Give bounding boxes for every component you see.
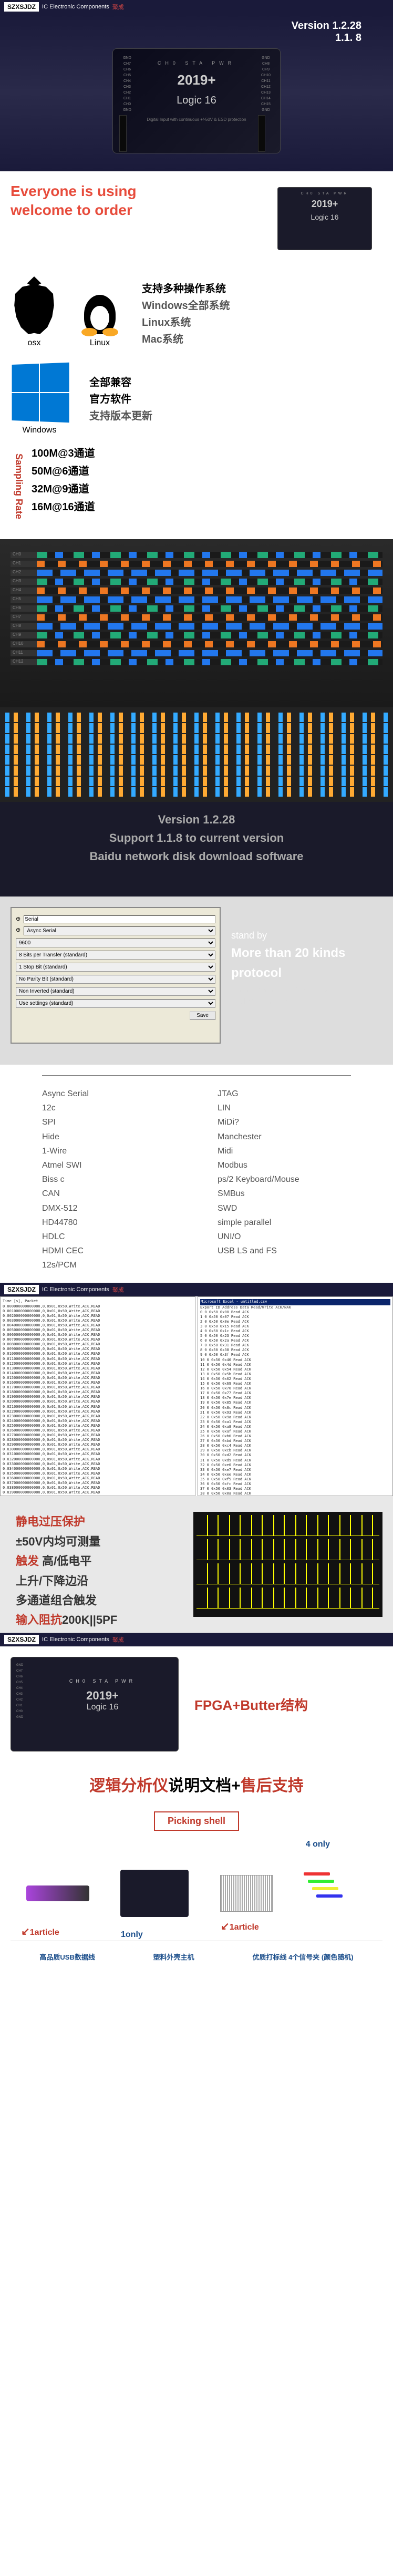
protocol-item: simple parallel: [218, 1215, 351, 1230]
windows-icon: [12, 363, 69, 423]
download-section: Version 1.2.28 Support 1.1.8 to current …: [0, 707, 393, 897]
pin-labels-left: GNDCH7CH6CH5CH4CH3CH2CH1CH0GND: [119, 55, 135, 147]
protocol-item: Atmel SWI: [42, 1158, 175, 1172]
package-footer: 高品质USB数据线 塑料外壳主机 优质打标线 4个信号夹 (颜色随机): [11, 1941, 382, 1962]
version-block: Version 1.2.28 1.1. 8: [11, 20, 361, 44]
data-export-2: Microsoft Excel - untitled.csv Export ID…: [198, 1296, 393, 1496]
fpga-section: GNDCH7CH6CH5CH4CH3CH2CH1CH0GND CH0 STA P…: [0, 1646, 393, 1762]
protocol-text: stand by More than 20 kinds protocol Onl…: [231, 907, 382, 1054]
mini-device: CH0 STA PWR 2019+ Logic 16: [277, 187, 372, 250]
version-1: Version 1.2.28: [11, 20, 361, 32]
protocol-item: UNI/O: [218, 1230, 351, 1244]
device-render: GNDCH7CH6CH5CH4CH3CH2CH1CH0GND CH0 STA P…: [112, 48, 281, 153]
waveform-screenshot-2: [0, 707, 393, 802]
scope-screenshot: [193, 1512, 382, 1617]
protocol-list-section: Async Serial12cSPIHide1-WireAtmel SWIBis…: [0, 1065, 393, 1283]
protocol-item: SWD: [218, 1201, 351, 1215]
proto-input-1[interactable]: [24, 915, 215, 923]
qty-1b: 1only: [121, 1930, 143, 1940]
protocol-col-2: JTAGLINMiDi?ManchesterMidiModbusps/2 Key…: [218, 1087, 351, 1272]
dl-support: Support 1.1.8 to current version: [0, 829, 393, 847]
sampling-label: Sampling Rate: [0, 434, 26, 539]
qty-1a: 1article: [30, 1928, 59, 1937]
fpga-text: FPGA+Butter结构: [194, 1695, 308, 1714]
picking-badge: Picking shell: [154, 1811, 239, 1831]
protocol-col-1: Async Serial12cSPIHide1-WireAtmel SWIBis…: [42, 1087, 175, 1272]
bitrate-select[interactable]: 9600: [16, 939, 215, 947]
protocol-item: Modbus: [218, 1158, 351, 1172]
device-model: Logic 16: [135, 95, 258, 107]
dl-version: Version 1.2.28: [0, 810, 393, 829]
waveform-screenshot-1: CH0 CH1 CH2 CH3 CH4 CH5 CH6 CH7 CH8 CH9 …: [0, 539, 393, 707]
device-top-labels: CH0 STA PWR: [135, 60, 258, 66]
data-export-1: Time [s], Packet 0.000000000000000,0,0x0…: [0, 1296, 195, 1496]
protocol-item: Hide: [42, 1130, 175, 1144]
protocol-item: USB LS and FS: [218, 1244, 351, 1258]
protocol-item: HDLC: [42, 1230, 175, 1244]
protocol-item: HDMI CEC: [42, 1244, 175, 1258]
pin-labels-right: GNDCH8CH9CH10CH11CH12CH13CH14CH15GND: [258, 55, 274, 147]
protocol-item: 1-Wire: [42, 1144, 175, 1158]
stop-select[interactable]: 1 Stop Bit (standard): [16, 963, 215, 972]
protocol-item: DMX-512: [42, 1201, 175, 1215]
protocol-modal-section: ⊕ ⊕Async Serial 9600 8 Bits per Transfer…: [0, 897, 393, 1065]
device-photo: GNDCH7CH6CH5CH4CH3CH2CH1CH0GND CH0 STA P…: [11, 1657, 179, 1751]
protocol-item: SMBus: [218, 1187, 351, 1201]
item-ribbon: [220, 1875, 273, 1912]
version-2: 1.1. 8: [11, 32, 361, 44]
protocol-item: Biss c: [42, 1172, 175, 1187]
brand-zh: 聚成: [112, 3, 124, 11]
sig-select[interactable]: Non Inverted (standard): [16, 987, 215, 996]
parity-select[interactable]: No Parity Bit (standard): [16, 975, 215, 984]
os-text: 支持多种操作系统 Windows全部系统 Linux系统 Mac系统: [142, 281, 230, 348]
protocol-item: JTAG: [218, 1087, 351, 1101]
protocol-item: 12s/PCM: [42, 1258, 175, 1272]
slogan-section: Everyone is using welcome to order CH0 S…: [0, 171, 393, 266]
qty-4: 4 only: [306, 1840, 330, 1849]
brand-bar-3: SZXSJDZ IC Electronic Components 聚成: [0, 1633, 393, 1646]
protocol-item: Midi: [218, 1144, 351, 1158]
qty-1c: 1article: [230, 1923, 259, 1932]
item-cable: [26, 1885, 89, 1901]
apple-icon: [11, 276, 58, 334]
esd-section: 静电过压保护 ±50V内均可测量 触发 高/低电平 上升/下降边沿 多通道组合触…: [0, 1496, 393, 1633]
protocol-item: CAN: [42, 1187, 175, 1201]
bits-select[interactable]: 8 Bits per Transfer (standard): [16, 951, 215, 960]
protocol-item: Manchester: [218, 1130, 351, 1144]
os-section: osx Linux 支持多种操作系统 Windows全部系统 Linux系统 M…: [0, 266, 393, 434]
dl-baidu: Baidu network disk download software: [0, 847, 393, 865]
analyzer-dialog: ⊕ ⊕Async Serial 9600 8 Bits per Transfer…: [11, 907, 221, 1044]
protocol-item: Async Serial: [42, 1087, 175, 1101]
protocol-item: HD44780: [42, 1215, 175, 1230]
brand-code: SZXSJDZ: [4, 2, 39, 12]
os-apple: osx: [11, 276, 58, 348]
protocol-item: ps/2 Keyboard/Mouse: [218, 1172, 351, 1187]
brand-bar-2: SZXSJDZ IC Electronic Components 聚成: [0, 1283, 393, 1296]
brand-bar: SZXSJDZ IC Electronic Components 聚成: [0, 0, 393, 14]
picking-section: Picking shell: [0, 1809, 393, 1836]
sampling-list: 100M@3通道 50M@6通道 32M@9通道 16M@16通道: [32, 445, 388, 516]
compat-text: 全部兼容 官方软件 支持版本更新: [89, 374, 152, 425]
tux-icon: [79, 282, 121, 334]
protocol-item: 12c: [42, 1101, 175, 1115]
item-clips: [304, 1872, 367, 1914]
package-section: 4 only ↙1article 1only ↙1article 高品质USB数…: [0, 1836, 393, 1993]
data-export-section: Time [s], Packet 0.000000000000000,0,0x0…: [0, 1296, 393, 1496]
docs-section: 逻辑分析仪说明文档+售后支持: [0, 1762, 393, 1809]
os-linux: Linux: [79, 282, 121, 348]
sampling-section: Sampling Rate 100M@3通道 50M@6通道 32M@9通道 1…: [0, 434, 393, 539]
brand-sub: IC Electronic Components: [42, 4, 109, 10]
protocol-item: MiDi?: [218, 1115, 351, 1129]
os-windows: Windows: [11, 364, 68, 435]
device-footer: Digital Input with continuous +/-50V & E…: [135, 117, 258, 122]
save-button[interactable]: Save: [190, 1011, 215, 1020]
use-select[interactable]: Use settings (standard): [16, 999, 215, 1008]
protocol-item: LIN: [218, 1101, 351, 1115]
item-host: [120, 1870, 189, 1917]
proto-select[interactable]: Async Serial: [24, 926, 215, 935]
protocol-item: SPI: [42, 1115, 175, 1129]
device-year: 2019+: [135, 72, 258, 88]
hero-section: Version 1.2.28 1.1. 8 GNDCH7CH6CH5CH4CH3…: [0, 14, 393, 171]
